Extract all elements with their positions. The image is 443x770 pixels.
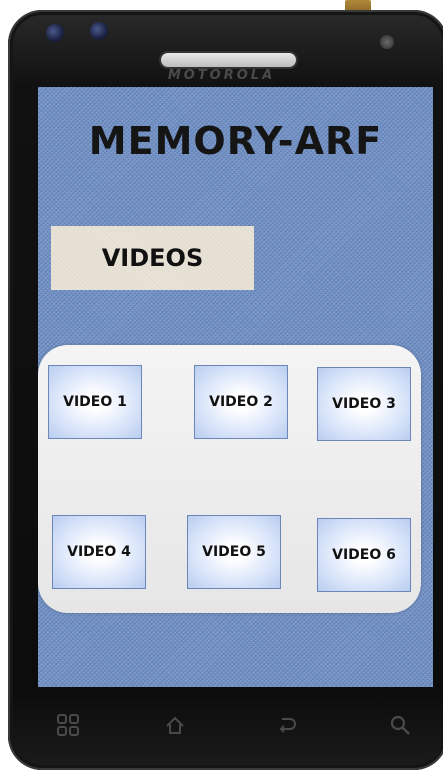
earpiece-speaker: [161, 53, 296, 67]
video-tile-1[interactable]: VIDEO 1: [48, 365, 142, 439]
app-title: MEMORY-ARF: [88, 119, 383, 163]
videos-section-header: VIDEOS: [51, 226, 254, 290]
light-sensor-icon: [380, 35, 394, 49]
home-icon[interactable]: [160, 710, 190, 740]
video-tile-5[interactable]: VIDEO 5: [187, 515, 281, 589]
video-tile-label: VIDEO 2: [209, 394, 273, 410]
app-screen: MEMORY-ARF VIDEOS VIDEO 1 VIDEO 2 VIDEO …: [38, 87, 433, 687]
video-tile-3[interactable]: VIDEO 3: [317, 367, 411, 441]
video-tile-label: VIDEO 3: [332, 396, 396, 412]
video-tile-4[interactable]: VIDEO 4: [52, 515, 146, 589]
video-tile-2[interactable]: VIDEO 2: [194, 365, 288, 439]
menu-grid-icon[interactable]: [53, 710, 83, 740]
video-grid-panel: VIDEO 1 VIDEO 2 VIDEO 3 VIDEO 4 VIDEO 5 …: [38, 345, 421, 613]
search-icon[interactable]: [385, 710, 415, 740]
device-brand-label: MOTOROLA: [167, 68, 276, 83]
video-tile-label: VIDEO 5: [202, 544, 266, 560]
section-label: VIDEOS: [101, 244, 204, 272]
video-tile-6[interactable]: VIDEO 6: [317, 518, 411, 592]
device-nav-bar: [0, 700, 443, 753]
proximity-sensor-icon: [90, 22, 108, 40]
video-tile-label: VIDEO 6: [332, 547, 396, 563]
back-icon[interactable]: [272, 710, 302, 740]
video-tile-label: VIDEO 4: [67, 544, 131, 560]
video-tile-label: VIDEO 1: [63, 394, 127, 410]
front-camera-icon: [46, 24, 64, 42]
